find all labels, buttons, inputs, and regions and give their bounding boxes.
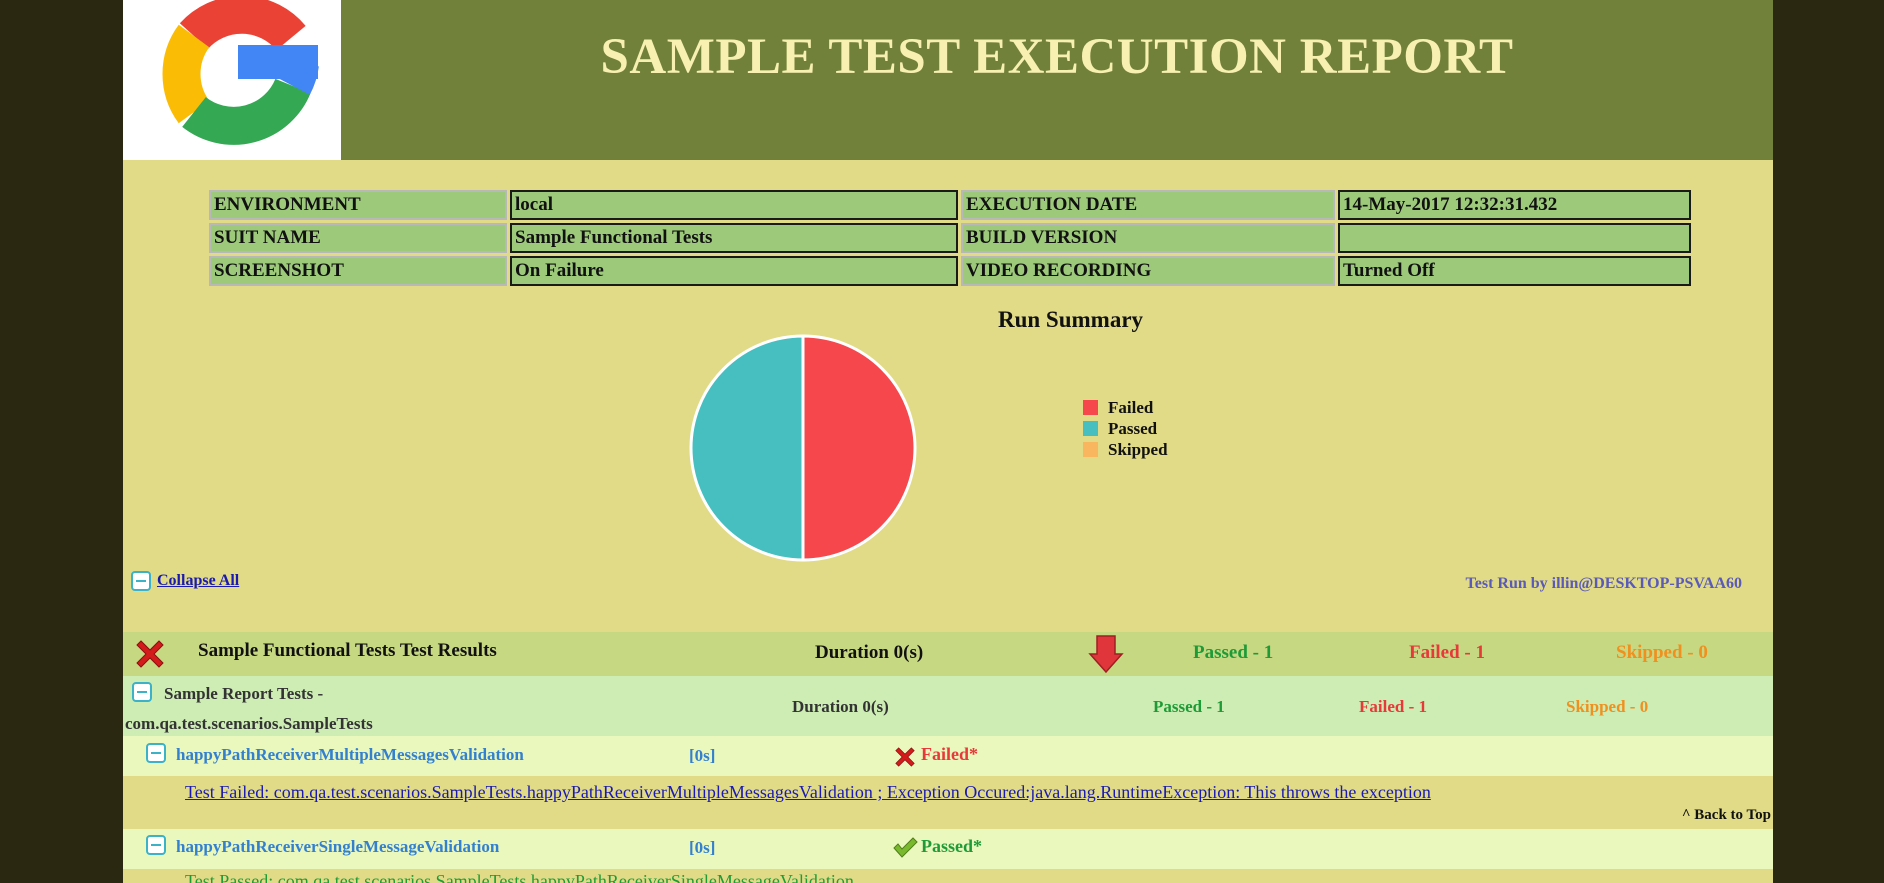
legend-item-skipped: Skipped — [1083, 439, 1168, 460]
suite-summary-row: Sample Functional Tests Test Results Dur… — [123, 632, 1773, 676]
report-header: SAMPLE TEST EXECUTION REPORT — [123, 0, 1773, 160]
legend-swatch — [1083, 400, 1098, 415]
info-value — [1338, 223, 1691, 253]
run-summary-pie-chart — [689, 334, 917, 562]
collapse-icon[interactable] — [131, 571, 151, 591]
info-value: local — [510, 190, 958, 220]
collapse-all-link[interactable]: Collapse All — [157, 572, 239, 590]
test-pass-message[interactable]: Test Passed: com.qa.test.scenarios.Sampl… — [185, 871, 854, 883]
google-logo — [123, 0, 341, 160]
report-page: SAMPLE TEST EXECUTION REPORT ENVIRONMENT… — [123, 0, 1773, 883]
suite-passed-count: Passed - 1 — [1193, 642, 1274, 663]
collapse-icon[interactable] — [132, 682, 152, 702]
chart-title: Run Summary — [997, 307, 1144, 332]
info-value: On Failure — [510, 256, 958, 286]
info-label: SCREENSHOT — [209, 256, 507, 286]
legend-swatch — [1083, 442, 1098, 457]
down-arrow-icon[interactable] — [1088, 634, 1124, 674]
class-skipped-count: Skipped - 0 — [1566, 697, 1649, 716]
class-failed-count: Failed - 1 — [1359, 697, 1427, 716]
test-class-name: Sample Report Tests - — [164, 684, 324, 703]
info-label: ENVIRONMENT — [209, 190, 507, 220]
info-value: 14-May-2017 12:32:31.432 — [1338, 190, 1691, 220]
test-duration: [0s] — [689, 838, 716, 857]
back-to-top-link[interactable]: ^ Back to Top — [1682, 807, 1771, 824]
collapse-icon[interactable] — [146, 835, 166, 855]
info-label: SUIT NAME — [209, 223, 507, 253]
suite-failed-count: Failed - 1 — [1409, 642, 1485, 663]
failed-x-icon — [895, 747, 915, 767]
info-row: SCREENSHOT On Failure VIDEO RECORDING Tu… — [209, 256, 1691, 286]
legend-swatch — [1083, 421, 1098, 436]
suite-duration: Duration 0(s) — [815, 642, 924, 663]
legend-item-passed: Passed — [1083, 418, 1168, 439]
test-message-row: Test Passed: com.qa.test.scenarios.Sampl… — [123, 869, 1773, 883]
test-name-link[interactable]: happyPathReceiverSingleMessageValidation — [176, 837, 499, 857]
legend-label: Failed — [1108, 397, 1154, 417]
info-value: Sample Functional Tests — [510, 223, 958, 253]
run-by-text: Test Run by illin@DESKTOP-PSVAA60 — [1465, 575, 1742, 592]
test-duration: [0s] — [689, 746, 716, 765]
info-row: SUIT NAME Sample Functional Tests BUILD … — [209, 223, 1691, 253]
pie-slice-failed — [801, 334, 917, 562]
test-class-row: Sample Report Tests - com.qa.test.scenar… — [123, 676, 1773, 736]
environment-info-table: ENVIRONMENT local EXECUTION DATE 14-May-… — [206, 187, 1694, 289]
collapse-icon[interactable] — [146, 743, 166, 763]
failed-x-icon — [136, 640, 164, 668]
suite-skipped-count: Skipped - 0 — [1616, 642, 1708, 663]
test-name-link[interactable]: happyPathReceiverMultipleMessagesValidat… — [176, 745, 524, 765]
test-status: Passed* — [921, 836, 983, 856]
info-label: BUILD VERSION — [961, 223, 1335, 253]
test-status: Failed* — [921, 744, 978, 764]
info-label: EXECUTION DATE — [961, 190, 1335, 220]
chart-legend: Failed Passed Skipped — [1083, 397, 1168, 460]
class-duration: Duration 0(s) — [792, 697, 889, 716]
check-icon — [893, 837, 918, 858]
test-method-row: happyPathReceiverSingleMessageValidation… — [123, 829, 1773, 869]
pie-slice-passed — [689, 334, 805, 562]
test-failure-message[interactable]: Test Failed: com.qa.test.scenarios.Sampl… — [185, 782, 1431, 803]
test-class-package: com.qa.test.scenarios.SampleTests — [125, 714, 373, 733]
legend-label: Passed — [1108, 418, 1158, 438]
suite-name: Sample Functional Tests Test Results — [198, 640, 497, 661]
legend-label: Skipped — [1108, 439, 1168, 459]
info-label: VIDEO RECORDING — [961, 256, 1335, 286]
collapse-all-control[interactable]: Collapse All — [131, 571, 239, 591]
info-value: Turned Off — [1338, 256, 1691, 286]
class-passed-count: Passed - 1 — [1153, 697, 1225, 716]
test-message-row: Test Failed: com.qa.test.scenarios.Sampl… — [123, 776, 1773, 829]
google-g-icon — [162, 0, 319, 145]
legend-item-failed: Failed — [1083, 397, 1168, 418]
test-method-row: happyPathReceiverMultipleMessagesValidat… — [123, 736, 1773, 776]
info-row: ENVIRONMENT local EXECUTION DATE 14-May-… — [209, 190, 1691, 220]
report-title: SAMPLE TEST EXECUTION REPORT — [600, 29, 1514, 85]
